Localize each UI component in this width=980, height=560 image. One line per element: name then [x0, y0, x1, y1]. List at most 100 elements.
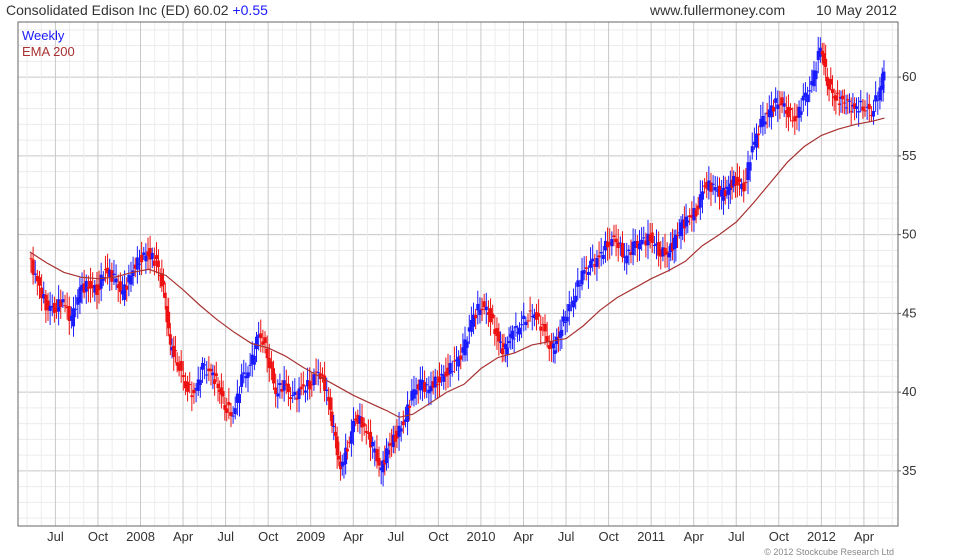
ohlc-bar-up [567, 304, 571, 312]
ohlc-bar-down [401, 421, 405, 426]
ohlc-bar-up [332, 426, 336, 428]
ohlc-bar-up [200, 362, 204, 370]
ohlc-bar-down [265, 348, 269, 359]
ohlc-bar-up [510, 330, 514, 339]
ohlc-bar-up [625, 255, 629, 264]
ohlc-bar-up [150, 252, 154, 260]
ohlc-bar-up [450, 371, 454, 373]
ohlc-bar-up [591, 258, 595, 262]
ohlc-bar-down [459, 355, 463, 360]
ohlc-bar-up [563, 321, 567, 323]
copyright-notice: © 2012 Stockcube Research Ltd [764, 547, 894, 557]
ohlc-bar-down [423, 382, 427, 392]
ohlc-bar-down [597, 255, 601, 258]
ohlc-bar-up [857, 111, 861, 113]
ohlc-bar-down [362, 423, 366, 427]
ohlc-bar-up [278, 383, 282, 386]
ohlc-bar-down [742, 182, 746, 192]
ohlc-bar-down [584, 267, 588, 269]
ohlc-bar-up [297, 388, 301, 400]
ohlc-bar-down [301, 384, 305, 387]
ohlc-bar-down [825, 76, 829, 86]
ohlc-bar-down [186, 381, 190, 392]
ohlc-bar-up [231, 415, 235, 417]
x-tick-label: Jul [558, 529, 575, 544]
ohlc-bar-up [386, 449, 390, 455]
ohlc-bar-down [500, 348, 504, 354]
ohlc-bar-down [830, 89, 834, 94]
ohlc-bar-up [610, 239, 614, 247]
ohlc-bar-down [190, 395, 194, 397]
ohlc-bar-up [640, 239, 644, 245]
ohlc-bar-down [289, 397, 293, 400]
ohlc-bar-up [859, 100, 863, 103]
ohlc-bar-up [560, 329, 564, 337]
ohlc-bar-down [227, 402, 231, 406]
ohlc-bar-up [448, 363, 452, 374]
ohlc-bar-up [276, 393, 280, 397]
ohlc-bar-down [482, 301, 486, 308]
ohlc-bar-down [829, 79, 833, 85]
ohlc-bar-up [476, 303, 480, 311]
y-tick-label: 45 [902, 305, 916, 320]
ohlc-bar-down [614, 238, 618, 243]
ohlc-bar-up [599, 252, 603, 254]
ohlc-bar-up [565, 316, 569, 322]
ohlc-bar-down [172, 345, 176, 357]
ohlc-bar-up [872, 111, 876, 117]
x-tick-label: Oct [428, 529, 449, 544]
ohlc-bar-up [252, 355, 256, 365]
ohlc-bar-down [286, 383, 290, 393]
ohlc-bar-up [507, 341, 511, 344]
ohlc-bar-up [342, 464, 346, 466]
ohlc-bar-down [867, 103, 871, 110]
x-tick-label: Apr [854, 529, 875, 544]
ohlc-bar-down [192, 389, 196, 394]
ohlc-bar-down [491, 313, 495, 319]
ohlc-bar-down [333, 431, 337, 436]
ohlc-bar-down [125, 285, 129, 290]
ohlc-bar-up [144, 255, 148, 262]
ohlc-bar-up [520, 324, 524, 326]
ohlc-bar-up [808, 90, 812, 92]
ohlc-bar-up [782, 103, 786, 107]
ohlc-bar-up [246, 372, 250, 378]
ohlc-bar-down [320, 374, 324, 376]
y-axis-labels: 35 40 45 50 55 60 [898, 69, 916, 478]
ohlc-bar-up [578, 285, 582, 287]
ohlc-bar-up [524, 321, 528, 326]
price-chart: 354045505560 Jul Oct 2008 Apr Jul Oct 2009 Apr J… [17, 21, 916, 544]
ohlc-bar-down [179, 361, 183, 371]
ohlc-bar-down [168, 334, 172, 345]
ohlc-bar-up [686, 220, 690, 223]
ohlc-bar-up [137, 263, 141, 265]
x-tick-label: Oct [88, 529, 109, 544]
ohlc-bar-down [849, 111, 853, 113]
ohlc-bar-down [437, 376, 441, 383]
ohlc-bar-down [539, 326, 543, 331]
x-tick-label: 2008 [126, 529, 155, 544]
ohlc-bar-up [595, 258, 599, 267]
ohlc-bar-up [237, 393, 241, 404]
ohlc-bar-up [517, 327, 521, 335]
ohlc-bar-up [414, 390, 418, 395]
ohlc-bar-down [757, 133, 761, 136]
ohlc-bar-up [814, 70, 818, 80]
ohlc-bar-down [824, 58, 828, 67]
ohlc-bar-down [29, 258, 33, 260]
ohlc-bar-up [522, 315, 526, 320]
legend-ema: EMA 200 [22, 44, 75, 59]
ohlc-bar-down [225, 408, 229, 413]
ohlc-bar-down [345, 448, 349, 452]
ohlc-bar-down [162, 280, 166, 285]
x-tick-label: Oct [258, 529, 279, 544]
ohlc-bar-up [763, 121, 767, 125]
ohlc-bar-down [299, 386, 303, 390]
ohlc-bar-down [140, 254, 144, 263]
ohlc-bar-up [499, 341, 503, 343]
x-tick-label: Oct [769, 529, 790, 544]
ohlc-bar-down [737, 178, 741, 182]
ohlc-bar-up [84, 280, 88, 292]
ohlc-bar-down [789, 108, 793, 111]
ohlc-bar-up [233, 408, 237, 415]
